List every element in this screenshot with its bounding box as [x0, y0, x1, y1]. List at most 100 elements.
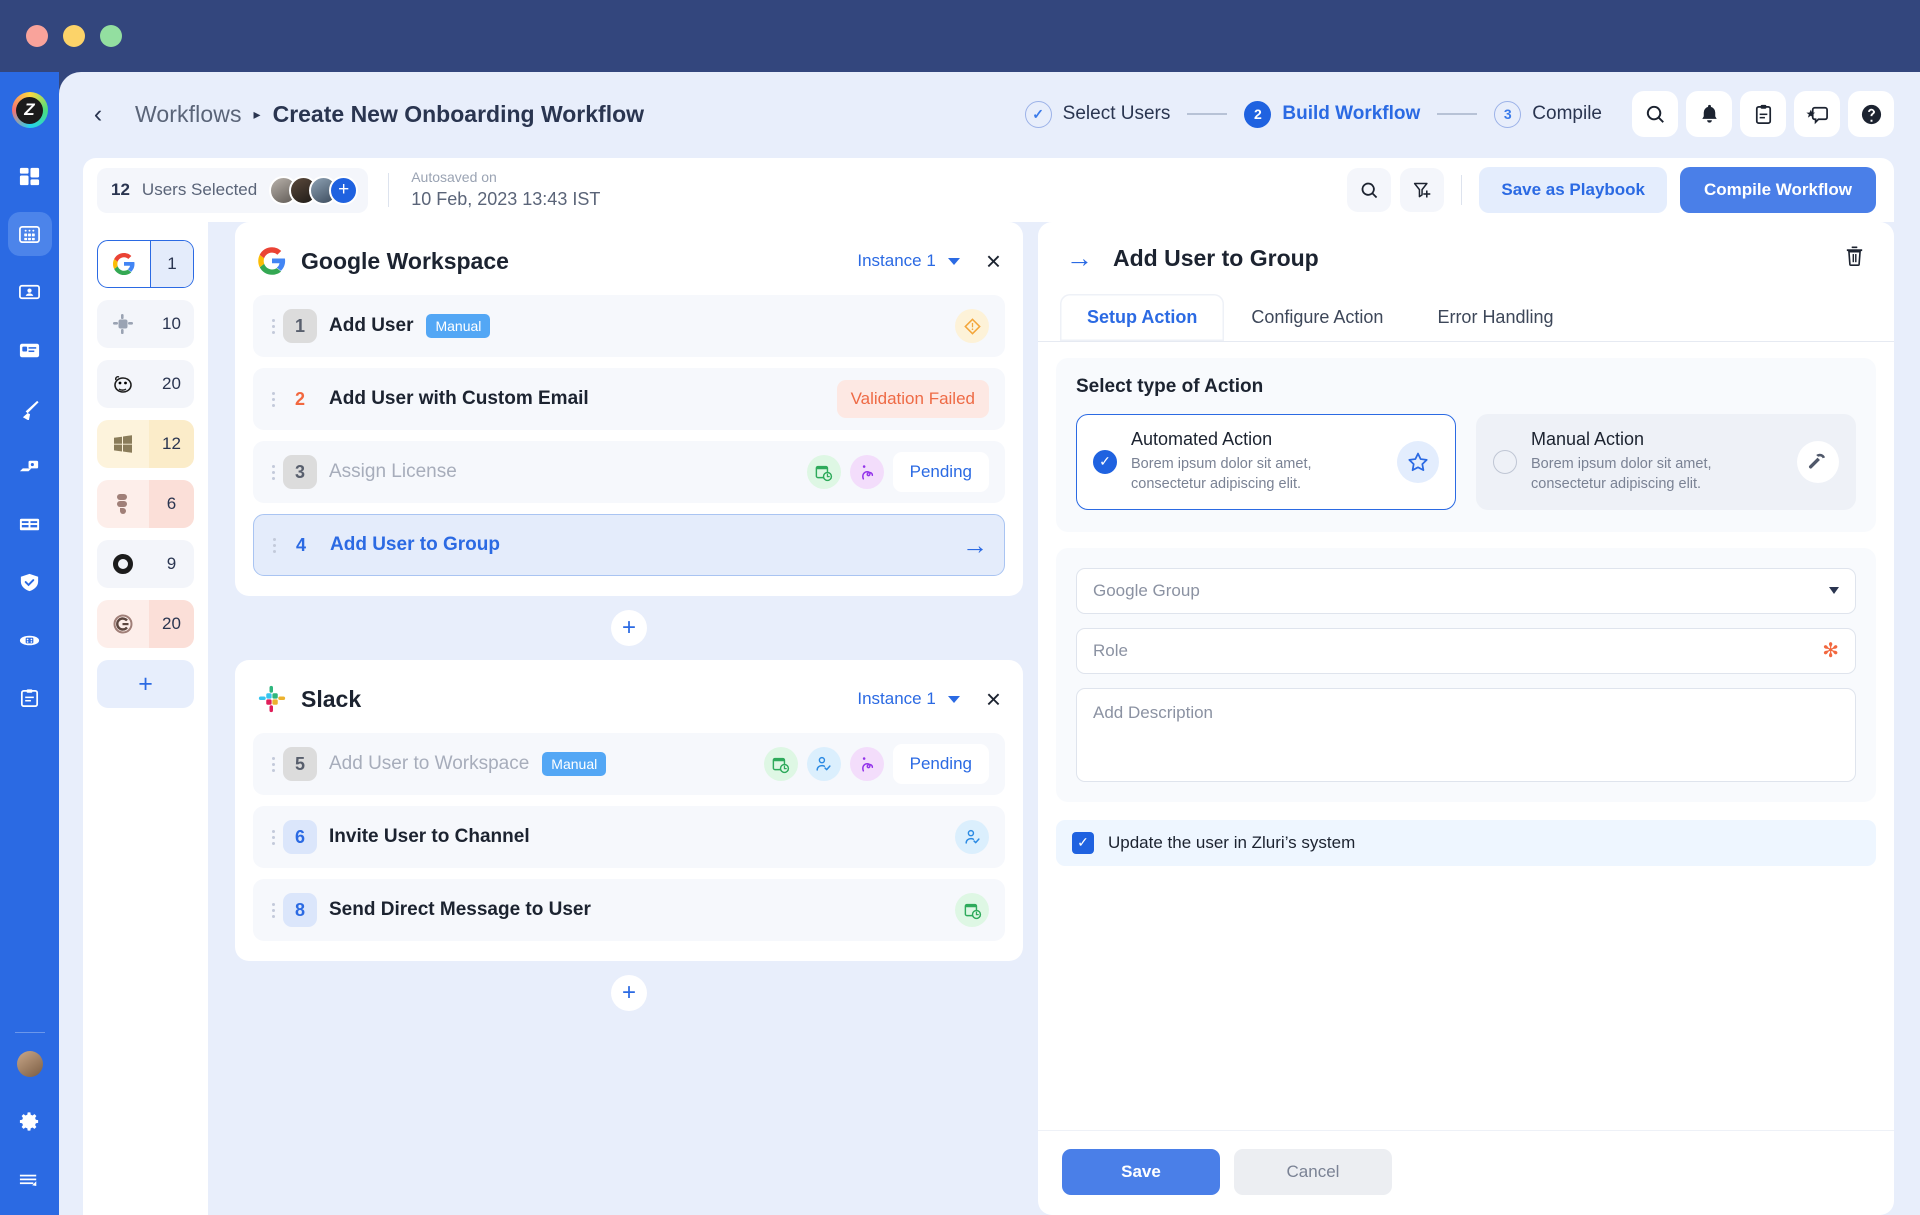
app-tile-figma[interactable]: 6: [97, 480, 194, 528]
spend-icon: [19, 518, 40, 530]
sidebar-item-reports[interactable]: [8, 676, 52, 720]
drag-handle[interactable]: [263, 318, 283, 334]
c-circle-icon: [113, 614, 133, 634]
row-actions: [955, 893, 989, 927]
chevron-down-icon: [1829, 587, 1839, 595]
drag-handle[interactable]: [263, 829, 283, 845]
app-tile-slack[interactable]: 10: [97, 300, 194, 348]
drag-handle[interactable]: [264, 537, 284, 553]
step-number: 6: [283, 820, 317, 854]
shield-check-icon: [20, 573, 39, 591]
schedule-icon[interactable]: [806, 455, 841, 489]
window-maximize-dot[interactable]: [100, 25, 122, 47]
status-badge: Pending: [892, 452, 989, 492]
instance-selector-slack[interactable]: Instance 1: [857, 689, 960, 709]
slack-icon: [113, 314, 133, 334]
sidebar-item-security[interactable]: [8, 560, 52, 604]
tab-error-handling[interactable]: Error Handling: [1410, 294, 1580, 341]
table-row[interactable]: 1 Add User Manual: [253, 295, 1005, 357]
table-row[interactable]: 2 Add User with Custom Email Validation …: [253, 368, 1005, 430]
close-card-google[interactable]: ×: [986, 248, 1001, 274]
toolbar-filter-button[interactable]: [1400, 168, 1445, 212]
step-select-users[interactable]: ✓ Select Users: [1024, 100, 1170, 128]
table-row[interactable]: 8 Send Direct Message to User: [253, 879, 1005, 941]
condition-icon[interactable]: [849, 747, 884, 781]
condition-icon[interactable]: [849, 455, 884, 489]
drag-handle[interactable]: [263, 464, 283, 480]
description-textarea[interactable]: Add Description: [1076, 687, 1856, 782]
step-build-workflow[interactable]: 2 Build Workflow: [1244, 100, 1420, 128]
back-button[interactable]: ‹: [83, 99, 113, 129]
add-step-button[interactable]: +: [611, 610, 647, 646]
apps-grid-icon: [19, 225, 40, 243]
schedule-icon[interactable]: [763, 747, 798, 781]
table-row[interactable]: 3 Assign License Pending: [253, 441, 1005, 503]
drag-handle[interactable]: [263, 756, 283, 772]
option-automated-action[interactable]: ✓ Automated Action Borem ipsum dolor sit…: [1076, 414, 1456, 510]
arrow-right-icon[interactable]: →: [962, 532, 988, 558]
sidebar-item-applications[interactable]: [7, 212, 52, 256]
step-compile[interactable]: 3 Compile: [1494, 100, 1602, 128]
table-row[interactable]: 4 Add User to Group →: [253, 514, 1005, 576]
add-step-between-2: +: [235, 975, 1023, 1011]
toolbar-search-button[interactable]: [1347, 168, 1392, 212]
compile-workflow-button[interactable]: Compile Workflow: [1680, 167, 1876, 213]
instance-label: Instance 1: [857, 251, 936, 270]
role-input[interactable]: Role ✻: [1076, 627, 1856, 674]
workflow-card-google: Google Workspace Instance 1 × 1 Add User…: [235, 222, 1023, 596]
table-row[interactable]: 5 Add User to Workspace Manual Pending: [253, 733, 1005, 795]
app-tile-clockify[interactable]: 20: [97, 600, 194, 648]
app-tile-notion[interactable]: 9: [97, 540, 194, 588]
schedule-icon[interactable]: [955, 893, 989, 927]
window-close-dot[interactable]: [26, 25, 48, 47]
sidebar-item-optimization[interactable]: [8, 386, 52, 430]
sidebar-item-collapse[interactable]: [8, 1157, 52, 1201]
automation-icon: [19, 460, 39, 471]
google-group-select[interactable]: Google Group: [1076, 567, 1856, 614]
drag-handle[interactable]: [263, 391, 283, 407]
sidebar-user-avatar[interactable]: [16, 1051, 43, 1077]
radio-manual[interactable]: [1493, 449, 1517, 474]
radio-automated[interactable]: ✓: [1093, 449, 1117, 474]
header-help-button[interactable]: [1848, 91, 1894, 137]
update-zluri-checkbox-row[interactable]: ✓ Update the user in Zluri’s system: [1056, 819, 1876, 866]
close-card-slack[interactable]: ×: [986, 686, 1001, 712]
users-selected-chip[interactable]: 12 Users Selected +: [97, 167, 369, 213]
update-zluri-checkbox[interactable]: ✓: [1072, 831, 1094, 854]
approval-icon[interactable]: [955, 820, 989, 854]
header-notifications-button[interactable]: [1686, 91, 1732, 137]
row-actions: Pending: [763, 744, 989, 784]
sidebar-item-dashboard[interactable]: [8, 154, 52, 198]
save-button[interactable]: Save: [1062, 1149, 1220, 1195]
save-as-playbook-button[interactable]: Save as Playbook: [1479, 167, 1668, 213]
app-tile-mailchimp[interactable]: 20: [97, 360, 194, 408]
add-step-button[interactable]: +: [611, 975, 647, 1011]
header-tasks-button[interactable]: [1740, 91, 1786, 137]
sidebar-item-licenses[interactable]: [8, 328, 52, 372]
option-manual-action[interactable]: Manual Action Borem ipsum dolor sit amet…: [1476, 414, 1856, 510]
slack-icon-wrap: [97, 312, 149, 336]
sidebar-item-users[interactable]: [8, 270, 52, 314]
sidebar-item-automation[interactable]: [8, 444, 52, 488]
tab-setup-action[interactable]: Setup Action: [1060, 294, 1225, 341]
delete-action-button[interactable]: [1843, 244, 1866, 272]
tab-configure-action[interactable]: Configure Action: [1224, 294, 1410, 341]
approval-icon[interactable]: [806, 747, 841, 781]
cancel-button[interactable]: Cancel: [1234, 1149, 1392, 1195]
window-minimize-dot[interactable]: [63, 25, 85, 47]
app-tile-google[interactable]: 1: [97, 240, 194, 288]
action-detail-panel: → Add User to Group Setup Action Configu…: [1038, 222, 1894, 1215]
breadcrumb-root[interactable]: Workflows: [135, 101, 242, 128]
sidebar-item-spend[interactable]: [8, 502, 52, 546]
app-tile-microsoft[interactable]: 12: [97, 420, 194, 468]
drag-handle[interactable]: [263, 902, 283, 918]
add-app-button[interactable]: +: [97, 660, 194, 708]
header-search-button[interactable]: [1632, 91, 1678, 137]
add-users-button[interactable]: +: [329, 175, 359, 205]
sidebar-item-settings[interactable]: [8, 1099, 52, 1143]
instance-selector-google[interactable]: Instance 1: [857, 251, 960, 271]
table-row[interactable]: 6 Invite User to Channel: [253, 806, 1005, 868]
sidebar-item-integrations[interactable]: [8, 618, 52, 662]
warning-diamond-icon[interactable]: [955, 309, 989, 343]
header-feedback-button[interactable]: [1794, 91, 1840, 137]
